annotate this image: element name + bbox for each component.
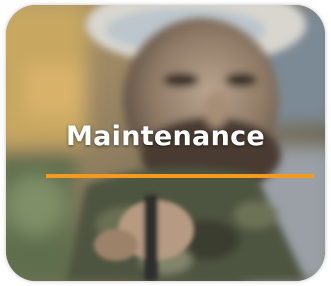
card-title: Maintenance: [65, 121, 266, 152]
maintenance-card[interactable]: Maintenance: [6, 5, 325, 281]
title-underline: [46, 174, 314, 178]
